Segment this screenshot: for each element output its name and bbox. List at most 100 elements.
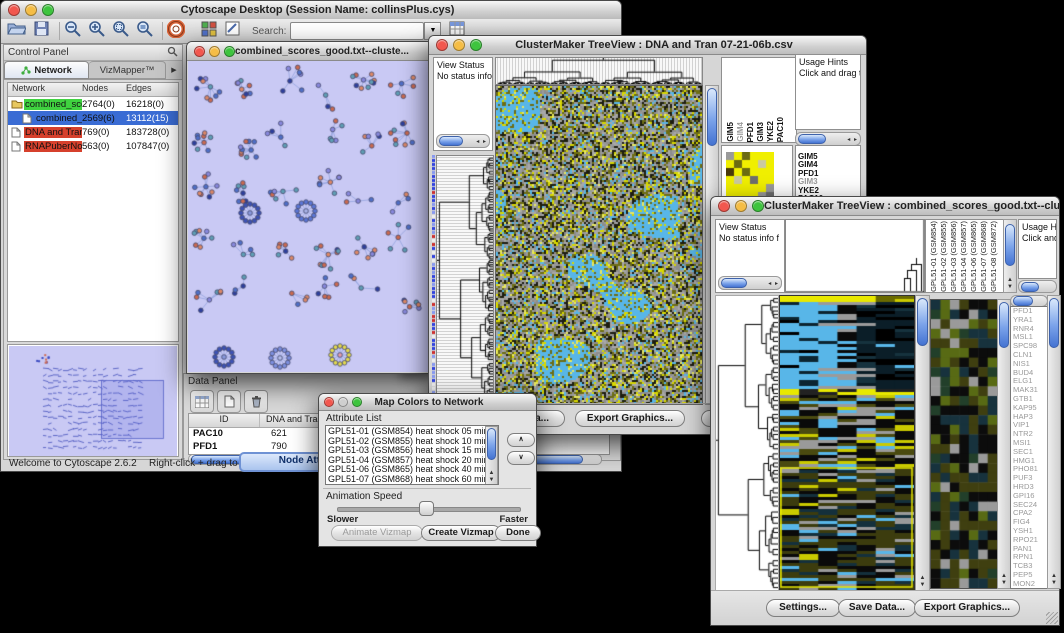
zoom-out-icon[interactable] <box>64 20 82 42</box>
scroll-thumb[interactable] <box>798 134 826 144</box>
tab-overflow-button[interactable]: ▶ <box>166 61 182 79</box>
new-attribute-icon[interactable] <box>217 390 241 413</box>
tv2-collabel-vscrollbar[interactable]: ▲▼ <box>1003 219 1017 293</box>
main-titlebar[interactable]: Cytoscape Desktop (Session Name: collins… <box>1 1 621 20</box>
tv1-row-dendrogram[interactable] <box>436 155 494 405</box>
resize-grip[interactable] <box>1046 612 1058 624</box>
save-session-icon[interactable] <box>34 21 49 41</box>
scroll-arrows[interactable]: ▲▼ <box>998 573 1010 587</box>
zoom-button[interactable] <box>352 397 362 407</box>
treeview1-titlebar[interactable]: ClusterMaker TreeView : DNA and Tran 07-… <box>429 36 866 55</box>
tv2-row-dendrogram[interactable] <box>715 295 779 591</box>
zoom-button[interactable] <box>224 46 235 57</box>
network-view-titlebar[interactable]: combined_scores_good.txt--cluste... <box>187 42 432 61</box>
delete-attribute-icon[interactable] <box>244 390 268 413</box>
move-up-button[interactable]: ∧ <box>507 433 535 447</box>
create-vizmap-button[interactable]: Create Vizmap <box>421 525 501 541</box>
attribute-list-item[interactable]: GPL51-07 (GSM868) heat shock 60 min <box>326 475 498 485</box>
scroll-thumb[interactable] <box>1049 298 1059 348</box>
zoom-selected-icon[interactable] <box>112 20 130 42</box>
attribute-select-icon[interactable] <box>190 390 214 413</box>
zoom-fit-icon[interactable] <box>136 20 154 42</box>
scroll-arrows[interactable]: ▲▼ <box>1004 277 1016 291</box>
open-session-icon[interactable] <box>7 21 26 41</box>
tv1-column-labels: GIM5GIM4PFD1GIM3YKE2PAC10 <box>721 57 797 143</box>
network-name: combined_scores <box>24 99 82 110</box>
move-down-button[interactable]: ∨ <box>507 451 535 465</box>
tv2-zoom-heatmap[interactable] <box>930 299 998 589</box>
col-header-nodes[interactable]: Nodes <box>82 83 126 96</box>
scroll-thumb[interactable] <box>1021 282 1039 292</box>
annotation-toolbar-icon[interactable] <box>225 21 242 42</box>
tv2-heatmap[interactable] <box>779 295 915 591</box>
scroll-arrows[interactable]: ◂ ▸ <box>476 138 489 145</box>
minimize-button[interactable] <box>735 200 747 212</box>
settings-button[interactable]: Settings... <box>766 599 840 617</box>
scroll-thumb[interactable] <box>1013 296 1033 306</box>
done-button[interactable]: Done <box>495 525 541 541</box>
network-table-row[interactable]: combined_sco 2569(6) 13112(15) <box>8 111 178 125</box>
scroll-thumb[interactable] <box>917 298 928 346</box>
scroll-arrows[interactable]: ◂ ▸ <box>847 136 860 143</box>
tv2-column-dendrogram[interactable] <box>785 219 925 293</box>
tv2-usage-hscrollbar[interactable] <box>1018 280 1057 293</box>
network-table-row[interactable]: RNAPuberNov2+I 563(0) 107847(0) <box>8 139 178 153</box>
tv1-usage-hscrollbar[interactable]: ◂ ▸ <box>795 132 861 146</box>
minimize-button[interactable] <box>453 39 465 51</box>
column-label: GPL51-07 (GSM868) <box>979 221 989 292</box>
float-panel-icon[interactable] <box>167 44 182 62</box>
network-overview-canvas[interactable] <box>9 346 177 456</box>
search-input[interactable] <box>290 22 424 40</box>
tv1-column-dendrogram[interactable] <box>495 57 703 85</box>
treeview2-titlebar[interactable]: ClusterMaker TreeView : combined_scores_… <box>711 197 1059 216</box>
col-header-id[interactable]: ID <box>189 414 260 427</box>
zoom-button[interactable] <box>470 39 482 51</box>
scroll-arrows[interactable]: ◂ ▸ <box>768 280 781 287</box>
close-button[interactable] <box>718 200 730 212</box>
tv2-genelist-vscrollbar[interactable]: ▲▼ <box>1047 295 1061 589</box>
tv1-heatmap[interactable] <box>495 85 703 405</box>
network-canvas[interactable] <box>188 61 431 372</box>
tv2-zoom-vscrollbar[interactable]: ▲▼ <box>997 299 1011 589</box>
vizmapper-toolbar-icon[interactable] <box>201 21 217 42</box>
tv2-heatmap-vscrollbar[interactable]: ▲▼ <box>915 295 930 591</box>
list-vscrollbar[interactable]: ▲▼ <box>485 426 498 485</box>
export-graphics-button[interactable]: Export Graphics... <box>914 599 1020 617</box>
minimize-button[interactable] <box>209 46 220 57</box>
minimize-button[interactable] <box>25 4 37 16</box>
tv1-status-hscrollbar[interactable]: ◂ ▸ <box>436 134 490 148</box>
col-header-network[interactable]: Network <box>8 83 82 96</box>
save-data-button[interactable]: Save Data... <box>838 599 916 617</box>
tab-network[interactable]: Network <box>4 61 89 79</box>
tv2-status-hscrollbar[interactable]: ◂ ▸ <box>718 276 782 290</box>
export-graphics-button[interactable]: Export Graphics... <box>575 410 685 427</box>
network-table-row[interactable]: combined_scores 2764(0) 16218(0) <box>8 97 178 111</box>
tab-vizmapper[interactable]: VizMapper™ <box>89 61 166 79</box>
help-lifesaver-icon[interactable] <box>167 20 185 43</box>
zoom-button[interactable] <box>752 200 764 212</box>
scroll-arrows[interactable]: ▲▼ <box>916 575 929 589</box>
zoom-button[interactable] <box>42 4 54 16</box>
col-header-edges[interactable]: Edges <box>126 83 178 96</box>
scroll-thumb[interactable] <box>999 302 1009 348</box>
dialog-titlebar[interactable]: Map Colors to Network <box>319 394 536 411</box>
zoom-in-icon[interactable] <box>88 20 106 42</box>
scroll-thumb[interactable] <box>707 88 717 146</box>
scroll-thumb[interactable] <box>487 428 496 460</box>
tv1-matrix-zoom-canvas[interactable] <box>726 152 774 200</box>
close-button[interactable] <box>194 46 205 57</box>
close-button[interactable] <box>8 4 20 16</box>
close-button[interactable] <box>324 397 334 407</box>
scroll-arrows[interactable]: ▲▼ <box>1048 573 1060 587</box>
speed-slider-thumb[interactable] <box>419 501 434 516</box>
scroll-arrows[interactable]: ▲▼ <box>486 470 497 484</box>
scroll-thumb[interactable] <box>721 278 747 288</box>
scroll-thumb[interactable] <box>439 136 463 146</box>
gene-label[interactable]: MON2 <box>1011 580 1047 589</box>
scroll-thumb[interactable] <box>1005 224 1015 266</box>
attribute-listbox[interactable]: GPL51-01 (GSM854) heat shock 05 minGPL51… <box>325 425 499 485</box>
network-table-row[interactable]: DNA and Tran 07 769(0) 183728(0) <box>8 125 178 139</box>
animate-vizmap-button[interactable]: Animate Vizmap <box>331 525 423 541</box>
minimize-button[interactable] <box>338 397 348 407</box>
close-button[interactable] <box>436 39 448 51</box>
